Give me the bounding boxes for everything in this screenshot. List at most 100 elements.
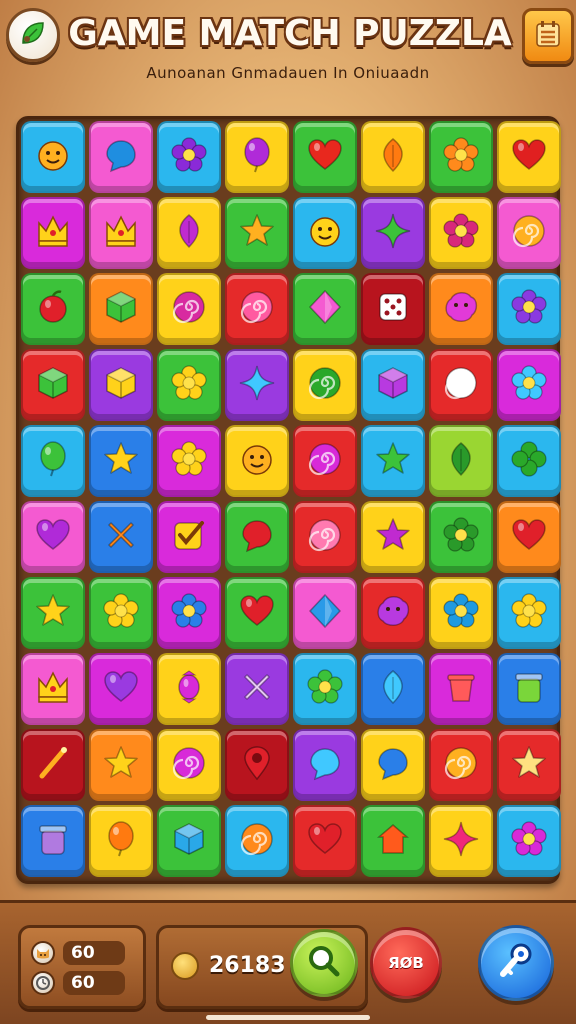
game-tile[interactable] xyxy=(293,349,357,421)
swirl-icon xyxy=(305,363,345,407)
game-tile[interactable] xyxy=(361,805,425,877)
menu-button[interactable] xyxy=(522,8,574,64)
game-tile[interactable] xyxy=(89,729,153,801)
game-tile[interactable] xyxy=(225,501,289,573)
game-tile[interactable] xyxy=(157,653,221,725)
game-tile[interactable] xyxy=(361,501,425,573)
home-indicator[interactable] xyxy=(206,1015,370,1020)
game-tile[interactable] xyxy=(293,729,357,801)
game-tile[interactable] xyxy=(429,653,493,725)
game-tile[interactable] xyxy=(89,425,153,497)
game-tile[interactable] xyxy=(21,729,85,801)
game-tile[interactable] xyxy=(89,501,153,573)
game-tile[interactable] xyxy=(361,197,425,269)
game-tile[interactable] xyxy=(89,197,153,269)
game-tile[interactable] xyxy=(157,197,221,269)
game-tile[interactable] xyxy=(21,653,85,725)
hint-key-button[interactable] xyxy=(478,925,554,1001)
game-tile[interactable] xyxy=(21,273,85,345)
flower-icon xyxy=(169,135,209,179)
game-tile[interactable] xyxy=(157,577,221,649)
search-button[interactable] xyxy=(290,929,358,997)
moves-row: 60 xyxy=(31,940,131,966)
game-tile[interactable] xyxy=(21,425,85,497)
game-tile[interactable] xyxy=(21,349,85,421)
game-tile[interactable] xyxy=(497,197,561,269)
game-tile[interactable] xyxy=(361,349,425,421)
sparkle-icon xyxy=(441,819,481,863)
game-tile[interactable] xyxy=(21,121,85,193)
game-tile[interactable] xyxy=(293,805,357,877)
blob-icon xyxy=(441,287,481,331)
game-tile[interactable] xyxy=(497,425,561,497)
game-tile[interactable] xyxy=(89,273,153,345)
game-tile[interactable] xyxy=(157,425,221,497)
game-tile[interactable] xyxy=(225,425,289,497)
game-tile[interactable] xyxy=(429,425,493,497)
game-tile[interactable] xyxy=(157,501,221,573)
game-tile[interactable] xyxy=(361,121,425,193)
game-tile[interactable] xyxy=(157,805,221,877)
game-tile[interactable] xyxy=(293,197,357,269)
game-tile[interactable] xyxy=(429,121,493,193)
game-tile[interactable] xyxy=(293,501,357,573)
game-tile[interactable] xyxy=(225,805,289,877)
swirl-icon xyxy=(169,287,209,331)
game-tile[interactable] xyxy=(21,805,85,877)
blob-icon xyxy=(373,591,413,635)
game-tile[interactable] xyxy=(429,577,493,649)
game-tile[interactable] xyxy=(21,501,85,573)
game-tile[interactable] xyxy=(497,577,561,649)
leaf-logo-button[interactable] xyxy=(6,8,60,62)
game-tile[interactable] xyxy=(225,197,289,269)
game-tile[interactable] xyxy=(157,729,221,801)
cube-icon xyxy=(101,363,141,407)
cube-icon xyxy=(33,363,73,407)
game-tile[interactable] xyxy=(429,805,493,877)
game-tile[interactable] xyxy=(293,121,357,193)
game-tile[interactable] xyxy=(157,121,221,193)
game-tile[interactable] xyxy=(497,121,561,193)
game-tile[interactable] xyxy=(497,805,561,877)
bubble-icon xyxy=(305,743,345,787)
game-tile[interactable] xyxy=(361,729,425,801)
game-tile[interactable] xyxy=(293,273,357,345)
game-tile[interactable] xyxy=(225,577,289,649)
game-tile[interactable] xyxy=(293,425,357,497)
game-tile[interactable] xyxy=(89,653,153,725)
game-tile[interactable] xyxy=(157,273,221,345)
shuffle-button[interactable]: ЯØB xyxy=(370,927,442,999)
game-tile[interactable] xyxy=(89,349,153,421)
game-tile[interactable] xyxy=(429,729,493,801)
game-tile[interactable] xyxy=(361,577,425,649)
game-tile[interactable] xyxy=(89,121,153,193)
game-tile[interactable] xyxy=(225,121,289,193)
game-tile[interactable] xyxy=(361,425,425,497)
game-tile[interactable] xyxy=(225,729,289,801)
game-tile[interactable] xyxy=(497,349,561,421)
smiley-icon xyxy=(305,211,345,255)
game-tile[interactable] xyxy=(429,501,493,573)
game-tile[interactable] xyxy=(89,577,153,649)
game-tile[interactable] xyxy=(89,805,153,877)
game-tile[interactable] xyxy=(293,577,357,649)
game-tile[interactable] xyxy=(429,197,493,269)
game-tile[interactable] xyxy=(497,653,561,725)
game-tile[interactable] xyxy=(497,501,561,573)
game-tile[interactable] xyxy=(225,349,289,421)
game-tile[interactable] xyxy=(497,273,561,345)
game-tile[interactable] xyxy=(225,653,289,725)
leaf-icon xyxy=(373,667,413,711)
moves-value: 60 xyxy=(63,941,125,965)
game-tile[interactable] xyxy=(429,273,493,345)
game-tile[interactable] xyxy=(361,653,425,725)
game-tile[interactable] xyxy=(429,349,493,421)
game-tile[interactable] xyxy=(21,577,85,649)
game-tile[interactable] xyxy=(361,273,425,345)
game-tile[interactable] xyxy=(497,729,561,801)
game-tile[interactable] xyxy=(293,653,357,725)
candy-icon xyxy=(169,667,209,711)
game-tile[interactable] xyxy=(157,349,221,421)
game-tile[interactable] xyxy=(225,273,289,345)
game-tile[interactable] xyxy=(21,197,85,269)
